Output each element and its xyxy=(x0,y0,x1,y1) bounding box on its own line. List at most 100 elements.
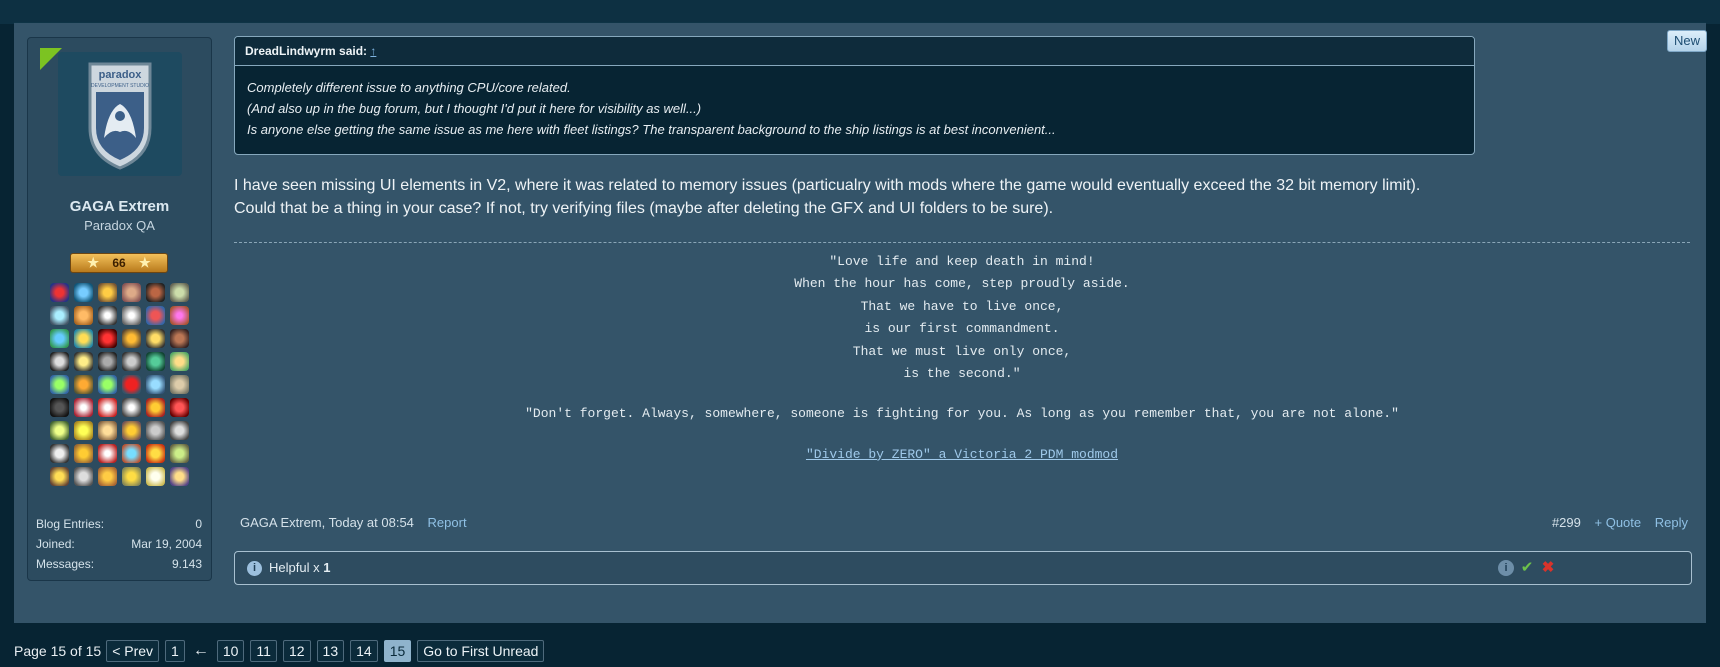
trophy-icon[interactable] xyxy=(170,421,189,440)
reply-button[interactable]: Reply xyxy=(1655,515,1688,530)
trophy-icon[interactable] xyxy=(50,375,69,394)
signature-line: "Love life and keep death in mind! xyxy=(829,254,1095,269)
stat-joined: Joined: Mar 19, 2004 xyxy=(36,534,202,554)
stat-value: 0 xyxy=(195,517,202,531)
trophy-icon[interactable] xyxy=(122,444,141,463)
trophy-icon[interactable] xyxy=(122,352,141,371)
quote-source-link[interactable]: ↑ xyxy=(370,44,376,58)
trophy-icon[interactable] xyxy=(98,375,117,394)
trophy-icon[interactable] xyxy=(50,398,69,417)
trophy-icon[interactable] xyxy=(170,329,189,348)
trophy-icon[interactable] xyxy=(146,444,165,463)
trophy-icon[interactable] xyxy=(74,467,93,486)
check-icon[interactable]: ✔ xyxy=(1519,560,1535,576)
quote-author: DreadLindwyrm said: xyxy=(245,44,368,58)
page-link[interactable]: 14 xyxy=(350,640,378,662)
trophy-icon[interactable] xyxy=(98,398,117,417)
trophy-icon[interactable] xyxy=(146,352,165,371)
user-panel: paradox DEVELOPMENT STUDIO GAGA Extrem P… xyxy=(27,37,212,581)
report-link[interactable]: Report xyxy=(428,515,467,530)
trophy-icon[interactable] xyxy=(74,375,93,394)
user-stats: Blog Entries: 0 Joined: Mar 19, 2004 Mes… xyxy=(36,514,202,574)
trophy-icon[interactable] xyxy=(146,467,165,486)
post-number[interactable]: #299 xyxy=(1552,515,1581,530)
username[interactable]: GAGA Extrem xyxy=(28,198,211,215)
trophy-icon[interactable] xyxy=(170,398,189,417)
trophy-icon[interactable] xyxy=(170,444,189,463)
trophy-icon[interactable] xyxy=(74,329,93,348)
trophy-icon[interactable] xyxy=(74,352,93,371)
trophy-icon[interactable] xyxy=(98,306,117,325)
trophy-icon[interactable] xyxy=(146,398,165,417)
signature: "Love life and keep death in mind! When … xyxy=(234,251,1690,466)
message-line: I have seen missing UI elements in V2, w… xyxy=(234,177,1421,194)
trophy-icon[interactable] xyxy=(122,306,141,325)
quote-line: Completely different issue to anything C… xyxy=(247,80,571,95)
quote-button[interactable]: + Quote xyxy=(1595,515,1642,530)
quote-block: DreadLindwyrm said: ↑ Completely differe… xyxy=(234,36,1475,155)
star-icon: ★ xyxy=(87,255,99,270)
trophy-icon[interactable] xyxy=(98,467,117,486)
first-unread-button[interactable]: Go to First Unread xyxy=(417,640,545,662)
trophy-icon[interactable] xyxy=(122,283,141,302)
trophy-icon[interactable] xyxy=(146,283,165,302)
trophy-icon[interactable] xyxy=(50,283,69,302)
page-link[interactable]: 11 xyxy=(250,640,277,662)
signature-mod-link[interactable]: "Divide by ZERO" a Victoria 2 PDM modmod xyxy=(806,447,1118,462)
trophy-icon[interactable] xyxy=(50,306,69,325)
trophy-icon[interactable] xyxy=(146,306,165,325)
trophy-icon[interactable] xyxy=(50,352,69,371)
quote-body: Completely different issue to anything C… xyxy=(235,66,1474,151)
trophy-icon[interactable] xyxy=(170,306,189,325)
trophy-icon[interactable] xyxy=(146,375,165,394)
trophy-icon[interactable] xyxy=(122,375,141,394)
trophy-icon[interactable] xyxy=(50,467,69,486)
level-medal[interactable]: ★ 66 ★ xyxy=(70,253,168,273)
trophy-icon[interactable] xyxy=(146,329,165,348)
trophy-icon[interactable] xyxy=(50,421,69,440)
signature-line: is the second." xyxy=(903,366,1021,382)
medal-value: 66 xyxy=(112,256,126,270)
trophy-icon[interactable] xyxy=(74,444,93,463)
prev-page-button[interactable]: < Prev xyxy=(106,640,160,662)
close-icon[interactable]: ✖ xyxy=(1540,560,1556,576)
info-icon[interactable]: i xyxy=(1498,560,1514,576)
trophy-icon[interactable] xyxy=(98,421,117,440)
trophy-icon[interactable] xyxy=(122,398,141,417)
trophy-icon[interactable] xyxy=(98,329,117,348)
svg-text:DEVELOPMENT STUDIO: DEVELOPMENT STUDIO xyxy=(91,83,149,89)
trophy-icon[interactable] xyxy=(170,375,189,394)
page-link[interactable]: 10 xyxy=(216,640,245,662)
trophy-icon[interactable] xyxy=(98,283,117,302)
quote-header: DreadLindwyrm said: ↑ xyxy=(235,37,1474,66)
trophy-icon[interactable] xyxy=(50,329,69,348)
post-author-date[interactable]: GAGA Extrem, Today at 08:54 xyxy=(240,515,414,530)
trophy-icon[interactable] xyxy=(74,306,93,325)
trophy-icon[interactable] xyxy=(74,283,93,302)
trophy-icon[interactable] xyxy=(74,421,93,440)
trophy-icon[interactable] xyxy=(122,421,141,440)
stat-label: Blog Entries: xyxy=(36,517,105,531)
trophy-icon[interactable] xyxy=(170,352,189,371)
signature-quote: "Don't forget. Always, somewhere, someon… xyxy=(525,406,1399,422)
quote-line: (And also up in the bug forum, but I tho… xyxy=(247,101,702,116)
trophy-icon[interactable] xyxy=(50,444,69,463)
trophy-icon[interactable] xyxy=(146,421,165,440)
trophy-icon[interactable] xyxy=(98,444,117,463)
trophy-icon[interactable] xyxy=(74,398,93,417)
trophy-icon[interactable] xyxy=(98,352,117,371)
rating-summary[interactable]: Helpful x 1 xyxy=(269,560,330,575)
page-link[interactable]: 12 xyxy=(282,640,311,662)
trophy-icon[interactable] xyxy=(170,467,189,486)
stat-label: Joined: xyxy=(36,537,75,551)
star-icon: ★ xyxy=(139,255,151,270)
trophy-icon[interactable] xyxy=(170,283,189,302)
trophy-icon[interactable] xyxy=(122,467,141,486)
left-arrow-icon[interactable]: ← xyxy=(193,642,209,660)
top-band xyxy=(0,0,1720,24)
post-actions: #299 + Quote Reply xyxy=(1542,515,1688,530)
trophy-icon[interactable] xyxy=(122,329,141,348)
page-link-1[interactable]: 1 xyxy=(165,640,185,662)
avatar[interactable]: paradox DEVELOPMENT STUDIO xyxy=(58,52,182,176)
page-link[interactable]: 13 xyxy=(316,640,345,662)
